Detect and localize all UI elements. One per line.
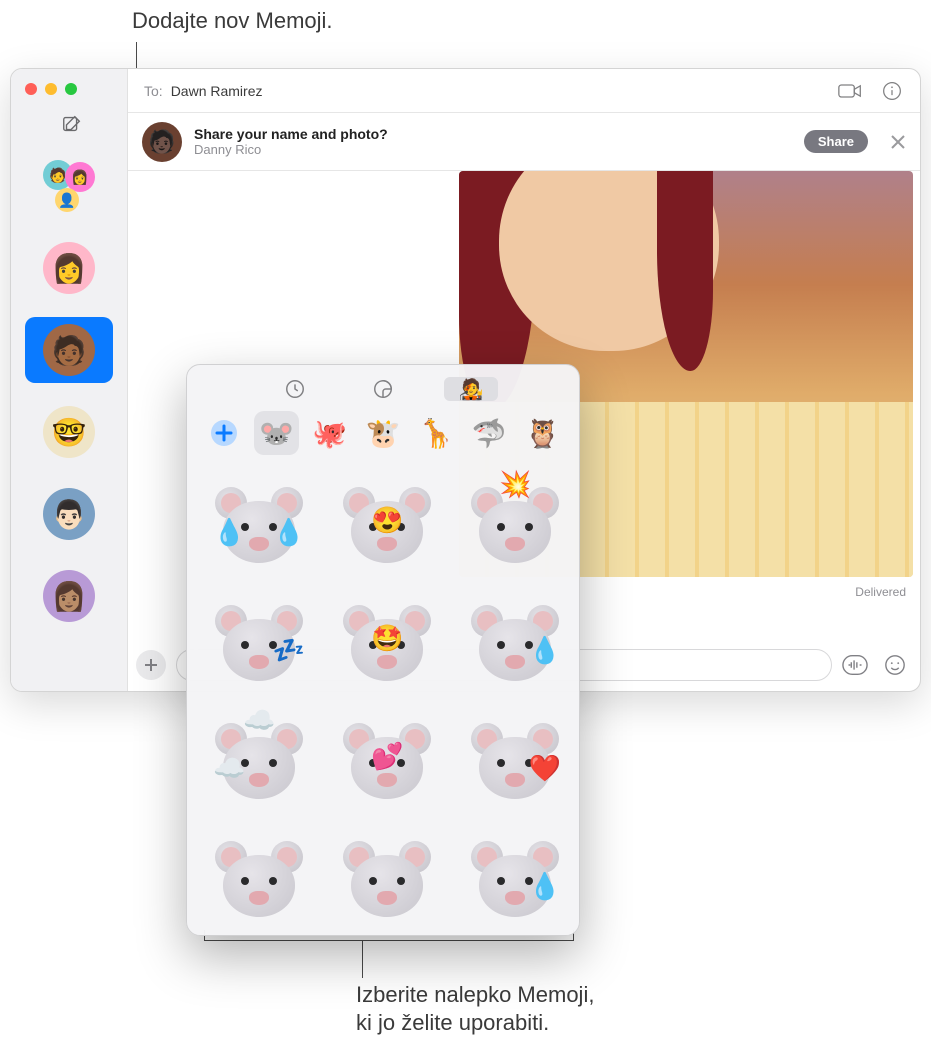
group-avatar: 🧑👩👤 bbox=[43, 160, 95, 212]
callout-line bbox=[204, 940, 574, 941]
avatar: 👩🏽 bbox=[43, 570, 95, 622]
apps-button[interactable] bbox=[136, 650, 166, 680]
share-button[interactable]: Share bbox=[804, 130, 868, 153]
character-owl[interactable]: 🦉 bbox=[520, 411, 565, 455]
tab-stickers[interactable] bbox=[356, 377, 410, 401]
memoji-sticker-mouse-sweat[interactable]: 💧 bbox=[457, 825, 569, 927]
avatar: 🤓 bbox=[43, 406, 95, 458]
callout-add-memoji: Dodajte nov Memoji. bbox=[132, 8, 333, 34]
share-name-photo-bar: 🧑🏿 Share your name and photo? Danny Rico… bbox=[128, 113, 920, 171]
recipient-name: Dawn Ramirez bbox=[171, 83, 263, 99]
memoji-sticker-mouse-clouds[interactable]: ☁️☁️ bbox=[201, 707, 317, 815]
conversation-item-selected[interactable]: 🧑🏾 bbox=[25, 317, 113, 383]
conversation-list: 🧑👩👤 👩 🧑🏾 🤓 👨🏻 👩🏽 bbox=[11, 153, 127, 629]
memoji-sticker-mouse-laugh-tears[interactable]: 💧💧 bbox=[201, 471, 317, 579]
emoji-icon[interactable] bbox=[882, 654, 908, 676]
avatar: 👩 bbox=[43, 242, 95, 294]
to-label: To: bbox=[144, 83, 163, 99]
info-icon[interactable] bbox=[880, 81, 904, 101]
sticker-grid: 💧💧😍💥💤🤩💧☁️☁️💕❤️💧 bbox=[197, 465, 569, 927]
character-row: 🐭 🐙 🐮 🦒 🦈 🦉 bbox=[197, 407, 569, 465]
memoji-icon: 🧑‍🎤 bbox=[459, 377, 484, 402]
memoji-sticker-mouse-tear[interactable]: 💧 bbox=[457, 589, 569, 697]
plus-circle-icon bbox=[209, 418, 239, 448]
close-icon[interactable] bbox=[890, 134, 906, 150]
popover-tabs: 🧑‍🎤 bbox=[197, 375, 569, 403]
avatar: 👨🏻 bbox=[43, 488, 95, 540]
conversation-item[interactable]: 👩🏽 bbox=[25, 563, 113, 629]
clock-icon bbox=[284, 378, 306, 400]
tab-recents[interactable] bbox=[268, 377, 322, 401]
character-octopus[interactable]: 🐙 bbox=[307, 411, 352, 455]
memoji-sticker-mouse-worried[interactable] bbox=[201, 825, 317, 927]
compose-button[interactable] bbox=[61, 113, 83, 135]
conversation-item[interactable]: 👨🏻 bbox=[25, 481, 113, 547]
avatar: 🧑🏾 bbox=[43, 324, 95, 376]
memoji-sticker-mouse-kiss-hearts[interactable]: 💕 bbox=[329, 707, 445, 815]
conversation-item[interactable]: 👩 bbox=[25, 235, 113, 301]
memoji-sticker-mouse-angry[interactable] bbox=[329, 825, 445, 927]
memoji-sticker-mouse-mind-blown[interactable]: 💥 bbox=[457, 471, 569, 579]
maximize-button[interactable] bbox=[65, 83, 77, 95]
thread-header: To: Dawn Ramirez bbox=[128, 69, 920, 113]
minimize-button[interactable] bbox=[45, 83, 57, 95]
share-avatar: 🧑🏿 bbox=[142, 122, 182, 162]
memoji-popover: 🧑‍🎤 🐭 🐙 🐮 🦒 🦈 🦉 💧💧😍💥💤🤩💧☁️☁️💕❤️💧 bbox=[186, 364, 580, 936]
callout-text-line1: Izberite nalepko Memoji, bbox=[356, 981, 594, 1009]
character-giraffe[interactable]: 🦒 bbox=[414, 411, 459, 455]
compose-icon bbox=[61, 113, 83, 135]
sticker-icon bbox=[372, 378, 394, 400]
conversation-item[interactable]: 🧑👩👤 bbox=[25, 153, 113, 219]
callout-choose-sticker: Izberite nalepko Memoji, ki jo želite up… bbox=[356, 981, 594, 1036]
facetime-icon[interactable] bbox=[838, 81, 862, 101]
callout-text-line2: ki jo želite uporabiti. bbox=[356, 1009, 594, 1037]
share-title: Share your name and photo? bbox=[194, 126, 388, 142]
conversation-item[interactable]: 🤓 bbox=[25, 399, 113, 465]
memoji-sticker-mouse-star-eyes[interactable]: 🤩 bbox=[329, 589, 445, 697]
close-button[interactable] bbox=[25, 83, 37, 95]
audio-message-icon[interactable] bbox=[842, 654, 868, 676]
delivery-status: Delivered bbox=[855, 585, 906, 599]
memoji-sticker-mouse-heart-eyes[interactable]: 😍 bbox=[329, 471, 445, 579]
share-subtitle: Danny Rico bbox=[194, 142, 388, 157]
character-shark[interactable]: 🦈 bbox=[467, 411, 512, 455]
character-mouse[interactable]: 🐭 bbox=[254, 411, 299, 455]
character-cow[interactable]: 🐮 bbox=[360, 411, 405, 455]
memoji-sticker-mouse-single-heart[interactable]: ❤️ bbox=[457, 707, 569, 815]
tab-memoji[interactable]: 🧑‍🎤 bbox=[444, 377, 498, 401]
add-memoji-button[interactable] bbox=[201, 411, 246, 455]
callout-line bbox=[362, 940, 363, 978]
plus-icon bbox=[143, 657, 159, 673]
window-controls bbox=[25, 83, 77, 95]
conversations-sidebar: 🧑👩👤 👩 🧑🏾 🤓 👨🏻 👩🏽 bbox=[11, 69, 128, 691]
memoji-sticker-mouse-sleep[interactable]: 💤 bbox=[201, 589, 317, 697]
